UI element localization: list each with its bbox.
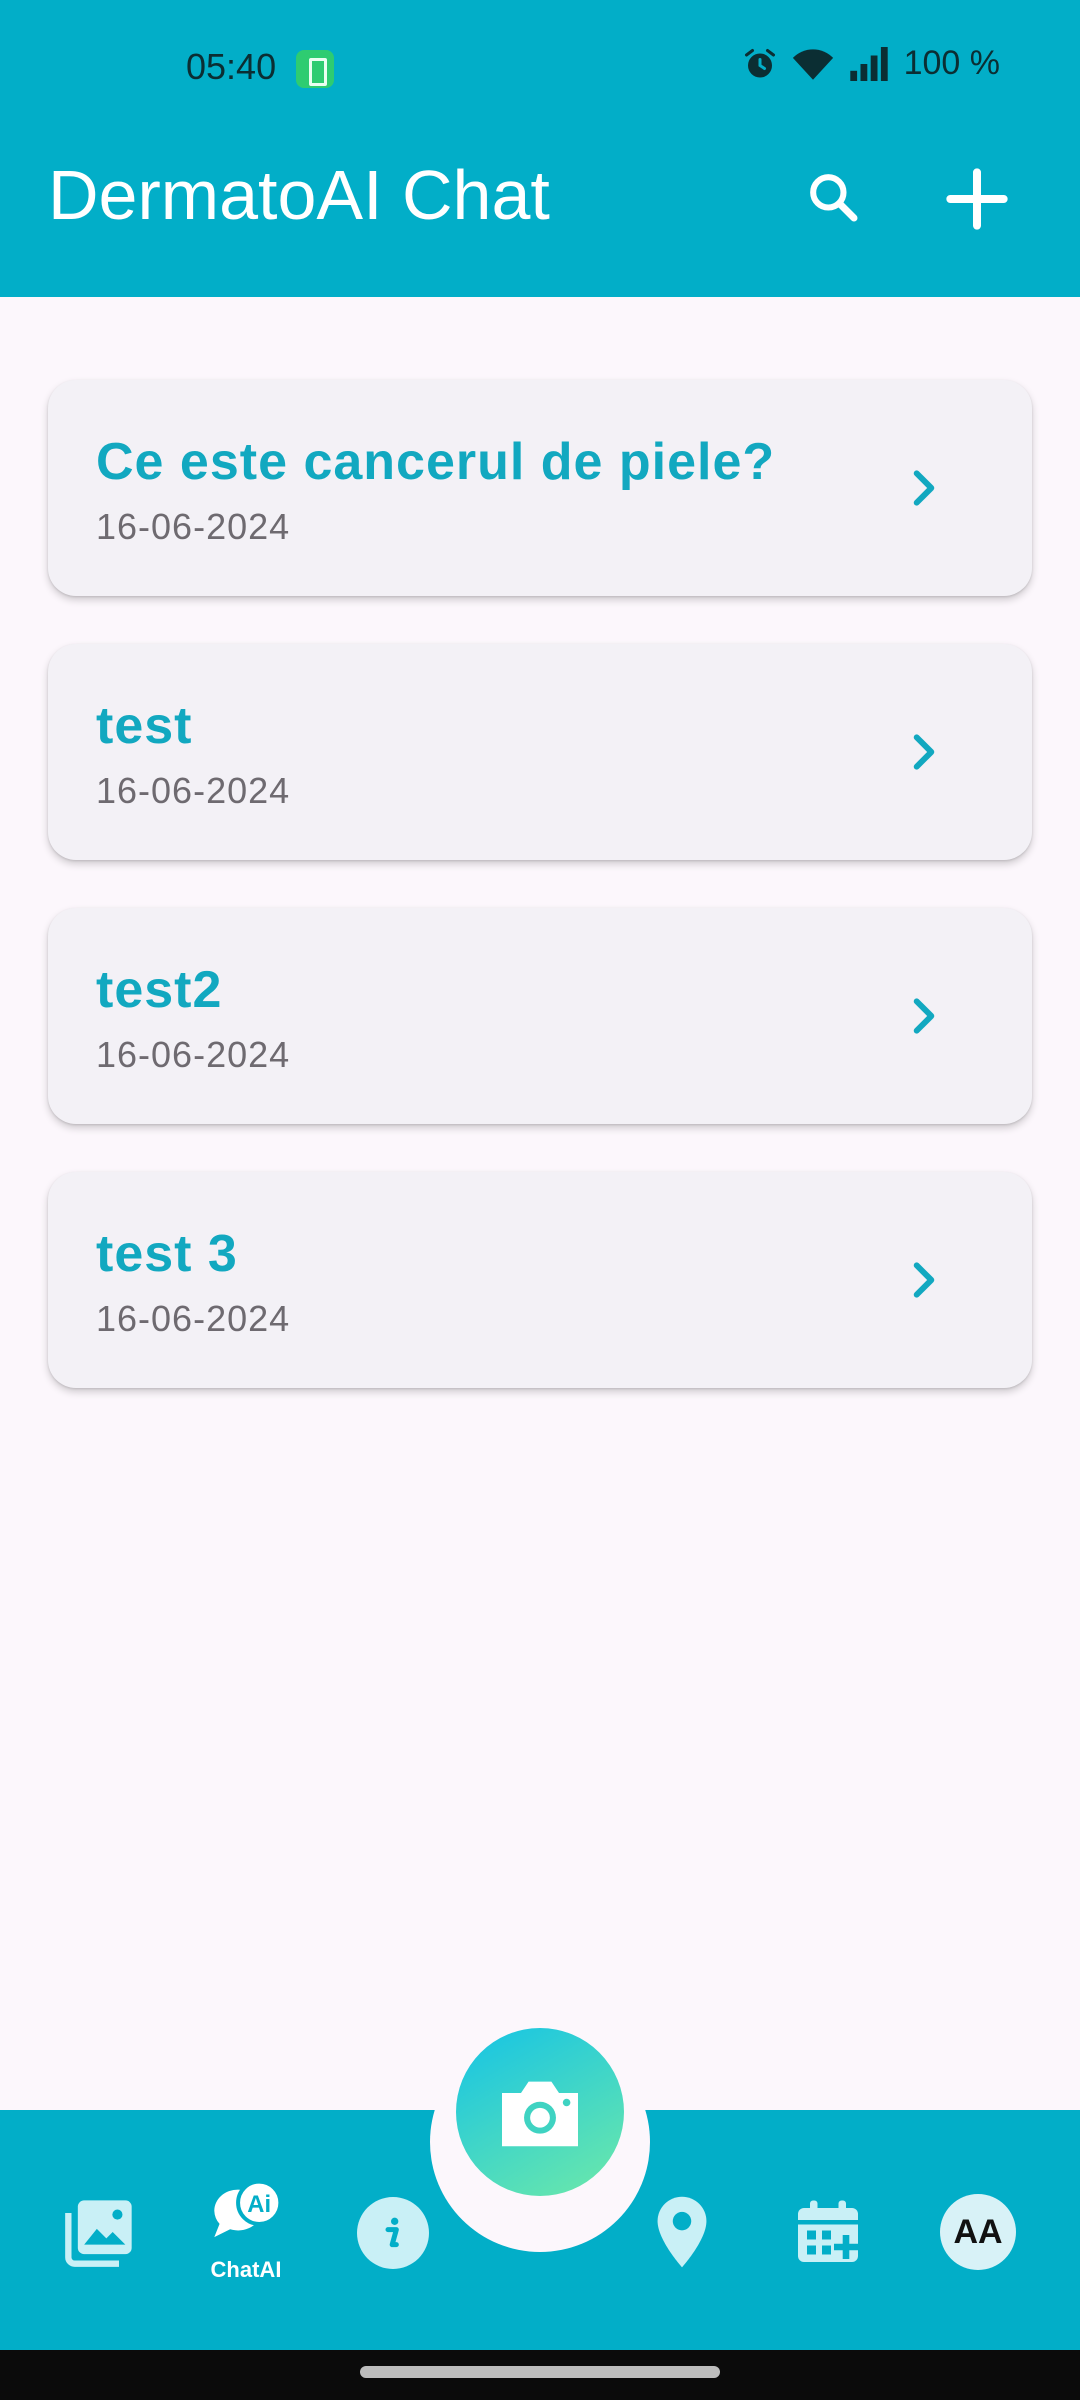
chat-title: test 3 <box>96 1225 238 1283</box>
nav-gallery[interactable] <box>60 2192 140 2272</box>
chevron-right-icon <box>913 1262 935 1298</box>
chat-ai-badge: Ai <box>247 2191 271 2218</box>
chevron-right-icon <box>913 998 935 1034</box>
nav-calendar[interactable] <box>790 2192 866 2272</box>
info-icon <box>357 2197 429 2269</box>
wifi-icon <box>792 46 834 82</box>
chat-list-item[interactable]: test 16-06-2024 <box>48 644 1032 860</box>
search-icon <box>810 174 858 222</box>
alarm-icon <box>742 46 778 82</box>
status-icons: 100 % <box>742 44 1000 83</box>
avatar: AA <box>940 2194 1016 2270</box>
chat-list-item[interactable]: test 3 16-06-2024 <box>48 1172 1032 1388</box>
nav-location[interactable] <box>644 2192 720 2272</box>
battery-saver-icon <box>296 50 334 88</box>
page-title: DermatoAI Chat <box>48 156 550 234</box>
chat-title: test <box>96 697 193 755</box>
nav-label-chat-ai: ChatAI <box>210 2257 282 2282</box>
camera-icon <box>502 2081 578 2147</box>
location-icon <box>657 2196 707 2268</box>
screen: 05:40 100 % DermatoAI Chat Ce este cance… <box>0 0 1080 2400</box>
chat-date: 16-06-2024 <box>96 506 291 547</box>
chat-title: test2 <box>96 961 223 1019</box>
nav-profile[interactable]: AA <box>938 2192 1018 2272</box>
chevron-right-icon <box>913 470 935 506</box>
chevron-right-icon <box>913 734 935 770</box>
nav-info[interactable] <box>356 2196 430 2270</box>
status-time: 05:40 <box>186 46 277 87</box>
chat-date: 16-06-2024 <box>96 1034 291 1075</box>
battery-percentage: 100 % <box>903 44 1000 82</box>
chat-list-item[interactable]: test2 16-06-2024 <box>48 908 1032 1124</box>
add-chat-button[interactable] <box>938 160 1016 238</box>
nav-chat-ai[interactable]: Ai ChatAI <box>198 2176 294 2286</box>
gallery-icon <box>65 2200 132 2267</box>
chat-list-item[interactable]: Ce este cancerul de piele? 16-06-2024 <box>48 380 1032 596</box>
chat-date: 16-06-2024 <box>96 1298 291 1339</box>
chat-ai-icon: Ai <box>214 2179 283 2238</box>
calendar-add-icon <box>798 2200 858 2262</box>
chat-date: 16-06-2024 <box>96 770 291 811</box>
signal-icon <box>848 46 890 81</box>
chat-list: Ce este cancerul de piele? 16-06-2024 te… <box>48 380 1032 1436</box>
search-button[interactable] <box>800 164 866 230</box>
add-icon <box>946 168 1008 230</box>
home-indicator[interactable] <box>360 2366 720 2378</box>
chat-title: Ce este cancerul de piele? <box>96 433 776 491</box>
camera-button[interactable] <box>456 2028 624 2196</box>
